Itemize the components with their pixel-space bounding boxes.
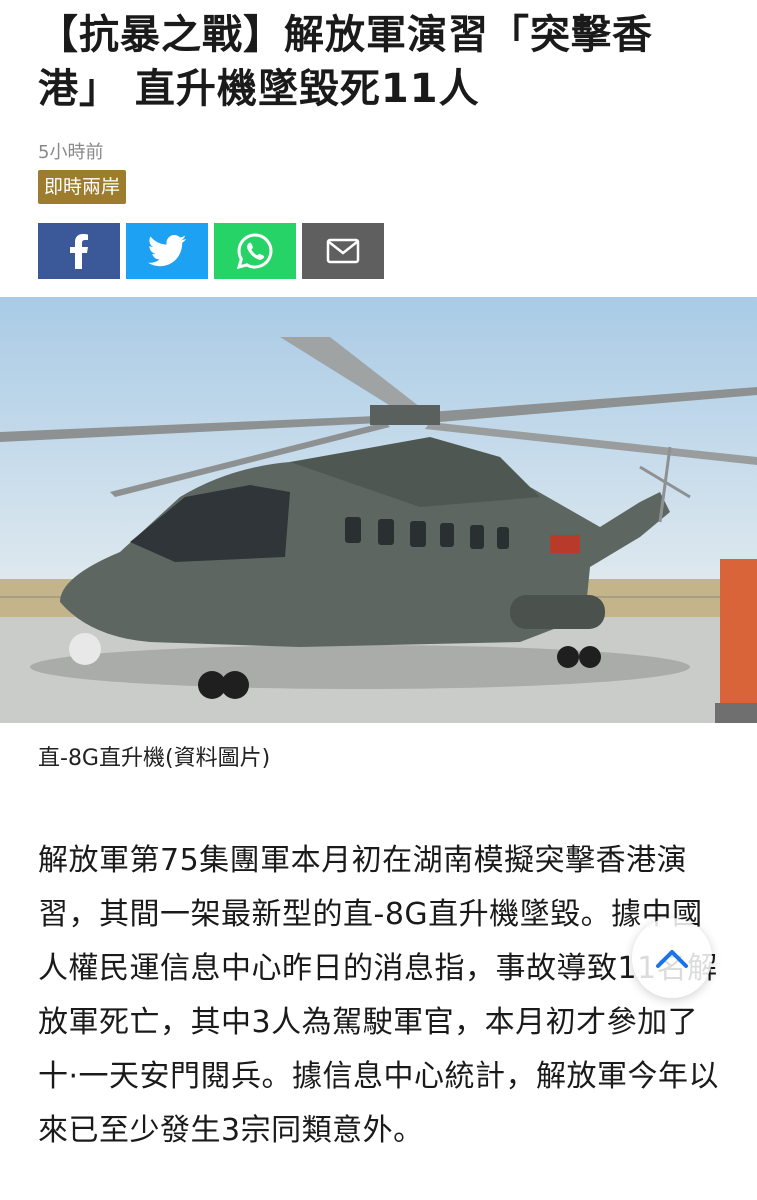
facebook-icon [70, 234, 88, 269]
whatsapp-icon [236, 233, 273, 270]
helicopter-photo [0, 297, 757, 723]
article-body: 解放軍第75集團軍本月初在湖南模擬突擊香港演習，其間一架最新型的直-8G直升機墜… [38, 843, 720, 1148]
share-buttons [38, 223, 384, 279]
category-badge[interactable]: 即時兩岸 [38, 170, 127, 204]
article-timestamp: 5小時前 [38, 142, 104, 163]
image-caption: 直-8G直升機(資料圖片) [38, 746, 271, 771]
share-twitter-button[interactable] [126, 223, 208, 279]
chevron-up-icon [656, 950, 688, 968]
twitter-icon [147, 235, 187, 267]
article-headline: 【抗暴之戰】解放軍演習「突擊香港」 直升機墜毀死11人 [38, 12, 653, 112]
scroll-to-top-button[interactable] [632, 918, 712, 998]
mail-icon [326, 238, 360, 264]
share-whatsapp-button[interactable] [214, 223, 296, 279]
share-facebook-button[interactable] [38, 223, 120, 279]
share-email-button[interactable] [302, 223, 384, 279]
